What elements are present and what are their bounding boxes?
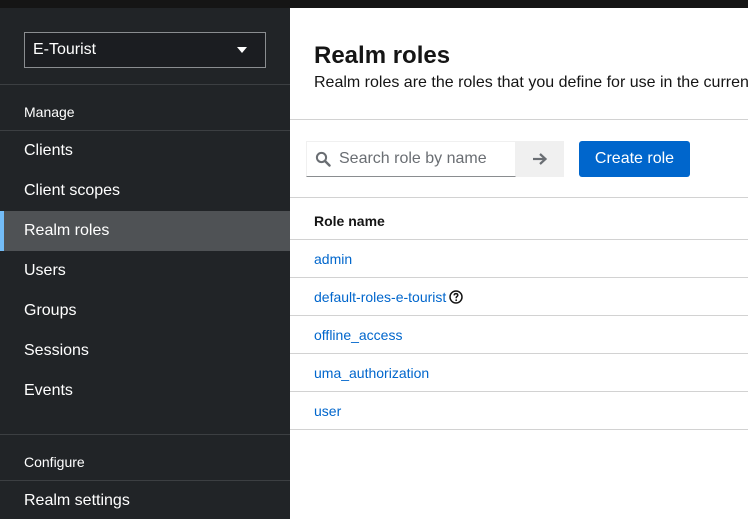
page-title: Realm roles: [314, 42, 451, 69]
sidebar-divider: [0, 84, 290, 85]
sidebar-item-label: Users: [24, 262, 66, 279]
sidebar-item-label: Realm roles: [24, 222, 110, 239]
realm-selector-label: E-Tourist: [33, 41, 97, 58]
sidebar-item-client-scopes[interactable]: Client scopes: [0, 171, 290, 211]
table-row: uma_authorization: [290, 353, 748, 391]
column-header-role-name[interactable]: Role name: [314, 213, 385, 229]
role-link-offline-access[interactable]: offline_access: [314, 327, 402, 343]
question-circle-icon[interactable]: [449, 290, 464, 304]
table-row: user: [290, 391, 748, 429]
role-link-user[interactable]: user: [314, 403, 341, 419]
sidebar-divider: [0, 434, 290, 435]
role-link-default-roles[interactable]: default-roles-e-tourist: [314, 289, 464, 305]
sidebar-item-label: Clients: [24, 142, 73, 159]
sidebar-item-label: Events: [24, 382, 73, 399]
caret-down-icon: [237, 47, 247, 53]
sidebar-item-label: Realm settings: [24, 492, 130, 509]
sidebar-item-events[interactable]: Events: [0, 371, 290, 411]
sidebar-item-realm-roles[interactable]: Realm roles: [0, 211, 290, 251]
sidebar-item-clients[interactable]: Clients: [0, 131, 290, 171]
sidebar-item-label: Client scopes: [24, 182, 121, 199]
sidebar-item-users[interactable]: Users: [0, 251, 290, 291]
search-box: [306, 141, 516, 177]
table-row: default-roles-e-tourist: [290, 277, 748, 315]
sidebar: E-Tourist Manage Clients Client scopes R…: [0, 8, 290, 519]
sidebar-item-sessions[interactable]: Sessions: [0, 331, 290, 371]
table-row: admin: [290, 239, 748, 277]
section-title-configure: Configure: [24, 454, 85, 470]
role-link-label: default-roles-e-tourist: [314, 289, 447, 305]
sidebar-item-label: Groups: [24, 302, 77, 319]
section-title-manage: Manage: [24, 104, 75, 120]
role-link-uma-authorization[interactable]: uma_authorization: [314, 365, 429, 381]
table-bottom-border: [290, 429, 748, 430]
header-divider: [290, 119, 748, 120]
table-row: offline_access: [290, 315, 748, 353]
page-description: Realm roles are the roles that you defin…: [314, 74, 748, 91]
top-bar: [0, 0, 748, 8]
search-input[interactable]: [339, 150, 509, 168]
sidebar-item-realm-settings[interactable]: Realm settings: [0, 481, 290, 519]
search-icon: [315, 151, 331, 167]
role-link-admin[interactable]: admin: [314, 251, 352, 267]
main-content: Realm roles Realm roles are the roles th…: [290, 8, 748, 519]
sidebar-item-groups[interactable]: Groups: [0, 291, 290, 331]
realm-selector[interactable]: E-Tourist: [24, 32, 266, 68]
create-role-button[interactable]: Create role: [579, 141, 690, 177]
search-submit-button[interactable]: [516, 141, 564, 177]
sidebar-item-label: Sessions: [24, 342, 89, 359]
arrow-right-icon: [533, 153, 548, 165]
toolbar-divider: [290, 197, 748, 198]
